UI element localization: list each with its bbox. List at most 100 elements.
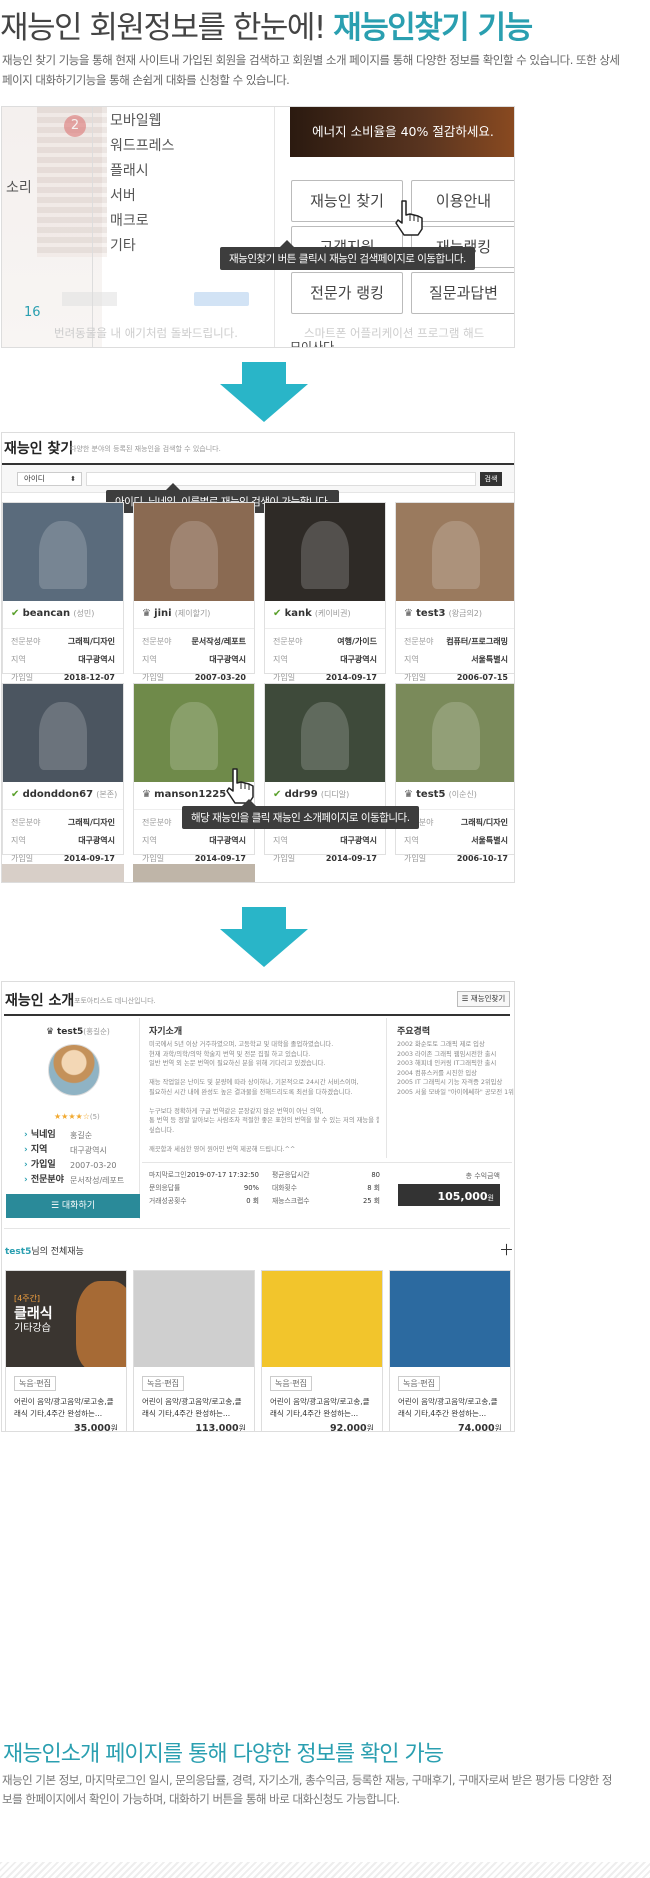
talent-region-row: 지역 서울특별시 [396, 832, 514, 850]
talent-card[interactable]: ✔ ddr99 (디디알)전문분야그래픽/디자인지역대구광역시가입일2014-0… [264, 683, 386, 863]
total-revenue-box: 105,000원 [398, 1184, 500, 1206]
talent-card[interactable]: ♛ jini (제이할기) 전문분야 문서작성/레포트 지역 대구광역시 가입일 2007-… [133, 502, 255, 682]
talent-name-row: ♛ jini (제이할기) [134, 601, 254, 629]
talent-field: 그래픽/디자인 [460, 818, 508, 827]
talent-region: 서울특별시 [471, 655, 508, 664]
talent-field: 그래픽/디자인 [67, 818, 115, 827]
talent-region-row: 지역 대구광역시 [134, 651, 254, 669]
talent-product-card[interactable]: 녹음·편집 어린이 음악/광고음악/로고송,클래식 기타,4주간 완성하는... 9… [261, 1270, 383, 1432]
menu-item-mobile-web[interactable]: 모바일웹 [110, 109, 174, 134]
menu-item-macro[interactable]: 매크로 [110, 209, 174, 234]
intro-line: 필요하신 시간 내에 완성도 높은 결과물을 전해드리도록 최선을 다하겠습니다… [149, 1088, 353, 1096]
crown-icon: ♛ [142, 608, 155, 619]
left-count: 16 [24, 305, 41, 320]
menu-item-server[interactable]: 서버 [110, 184, 174, 209]
main-site-preview: 2 소리 16 모바일웹 워드프레스 플래시 서버 매크로 기타 에너지 소비율… [1, 106, 515, 348]
plus-icon[interactable]: ＋ [499, 1239, 514, 1260]
product-photo: [4주간] 클래식 기타강습 [6, 1271, 126, 1367]
product-price-row: 35,000원 [6, 1419, 126, 1431]
find-talent-link-label: 재능인찾기 [470, 994, 506, 1003]
menu-item-wordpress[interactable]: 워드프레스 [110, 134, 174, 159]
product-price-row: 74,000원 [390, 1419, 510, 1431]
product-tag: 녹음·편집 [398, 1376, 440, 1391]
list-icon: ☰ [461, 994, 471, 1003]
qna-button[interactable]: 질문과답변 [411, 272, 514, 314]
talent-region: 대구광역시 [78, 655, 115, 664]
talent-name-row: ✔ ddonddon67 (본존) [3, 782, 123, 810]
stat-value: 2019-07-17 17:32:50 [186, 1171, 259, 1179]
talent-product-card[interactable]: 녹음·편집 어린이 음악/광고음악/로고송,클래식 기타,4주간 완성하는... 7… [389, 1270, 511, 1431]
chat-button-label: 대화하기 [61, 1201, 96, 1211]
search-input[interactable] [86, 472, 476, 486]
talent-region: 대구광역시 [209, 655, 246, 664]
menu-item-etc[interactable]: 기타 [110, 234, 174, 259]
search-type-value: 아이디 [24, 474, 45, 483]
footer-description: 재능인 기본 정보, 마지막로그인 일시, 문의응답률, 경력, 자기소개, 총… [2, 1773, 612, 1806]
chevron-down-icon: ⬍ [70, 475, 76, 483]
hand-pointer-icon [392, 199, 426, 241]
product-tag: 녹음·편집 [142, 1376, 184, 1391]
rating-count: (5) [89, 1113, 100, 1121]
career-item: 2003 라이존 그래픽 웹임시전한 출시 [397, 1050, 497, 1058]
arrow-down-icon [220, 362, 308, 422]
profile-page-subtitle: 포토아티스트 데니산입니다. [74, 997, 156, 1005]
talent-photo [265, 684, 385, 782]
talent-name-row: ✔ beancan (성민) [3, 601, 123, 629]
intro-line [149, 1069, 379, 1079]
stat-value: 8 회 [367, 1184, 380, 1192]
search-type-select[interactable]: 아이디 ⬍ [17, 472, 82, 486]
talent-region: 대구광역시 [340, 655, 377, 664]
intro-text: 미국에서 5년 이상 거주하였으며, 고등학교 및 대학을 졸업하였습니다. 현재… [149, 1040, 379, 1154]
chat-icon: ☰ [50, 1201, 62, 1211]
talent-product-card[interactable]: 녹음·편집어린이 음악/광고음악/로고송,클래식 기타,4주간 완성하는... 1… [133, 1270, 255, 1432]
talent-card[interactable]: ♛ test3 (왕금의2) 전문분야 컴퓨터/프로그래밍 지역 서울특별시 가입일 200… [395, 502, 514, 682]
find-talent-button[interactable]: 재능인 찾기 [291, 180, 403, 222]
talent-card[interactable]: ✔ beancan (성민) 전문분야 그래픽/디자인 지역 대구광역시 가입일 2018-… [2, 502, 124, 682]
talent-region-row: 지역 대구광역시 [3, 651, 123, 669]
stat-label: 거래성공횟수 [149, 1197, 187, 1205]
talent-region-row: 지역 서울특별시 [396, 651, 514, 669]
page-description: 재능인 찾기 기능을 통해 현재 사이트내 가입된 회원을 검색하고 회원별 소… [2, 53, 620, 87]
talent-real-name: (제이할기) [174, 609, 211, 618]
career-list: 2002 화순토토 그래픽 제로 입상 2003 라이존 그래픽 웹임시전한 출시… [397, 1040, 514, 1097]
talent-region-row: 지역 대구광역시 [265, 651, 385, 669]
product-price: 92,000 [329, 1423, 367, 1432]
expert-ranking-button[interactable]: 전문가 랭킹 [291, 272, 403, 314]
find-talent-link-button[interactable]: ☰ 재능인찾기 [457, 991, 510, 1007]
stat-label: 재능스크랩수 [272, 1197, 310, 1205]
guide-button[interactable]: 이용안내 [411, 180, 514, 222]
chat-button[interactable]: ☰ 대화하기 [6, 1194, 140, 1218]
headline-plain: 재능인 회원정보를 한눈에! [0, 10, 334, 46]
talent-region-row: 지역 대구광역시 [265, 832, 385, 850]
search-page-title: 재능인 찾기 [4, 441, 74, 457]
talent-region: 대구광역시 [340, 836, 377, 845]
profile-field-value: 홍길순 [70, 1131, 93, 1140]
stat-row: 마지막로그인 2019-07-17 17:32:50 [149, 1169, 259, 1182]
product-photo [262, 1271, 382, 1367]
product-photo-label-bot: 기타강습 [14, 1323, 51, 1334]
talent-photo [3, 503, 123, 601]
search-button[interactable]: 검색 [480, 472, 502, 486]
talent-nick: beancan [22, 608, 71, 619]
talent-field-row: 전문분야그래픽/디자인 [3, 814, 123, 832]
profile-card: ♛ test5(홍길순) ★★★★☆(5) › 닉네임 홍길순 › 지역 대구광역시… [6, 1018, 140, 1219]
talent-real-name: (왕금의2) [448, 609, 483, 618]
talent-profile-page: 재능인 소개 포토아티스트 데니산입니다. ☰ 재능인찾기 ♛ test5(홍길… [1, 981, 515, 1432]
menu-item-flash[interactable]: 플래시 [110, 159, 174, 184]
product-price: 113,000 [195, 1423, 239, 1432]
stat-row: 평균응답시간 80 [272, 1169, 380, 1182]
product-tag: 녹음·편집 [270, 1376, 312, 1391]
profile-field-row: › 전문분야 문서작성/레포트 [24, 1173, 139, 1188]
profile-field-label: › 닉네임 [24, 1130, 56, 1140]
product-title: 어린이 음악/광고음악/로고송,클래식 기타,4주간 완성하는... [142, 1397, 242, 1418]
talent-real-name: (디디알) [320, 790, 350, 799]
talent-card[interactable]: ✔ kank (케이비권) 전문분야 여행/가이드 지역 대구광역시 가입일 2014-09… [264, 502, 386, 682]
energy-banner[interactable]: 에너지 소비율을 40% 절감하세요. [290, 107, 514, 157]
product-tag: 녹음·편집 [14, 1376, 56, 1391]
talent-photo [134, 503, 254, 601]
talent-card[interactable]: ✔ ddonddon67 (본존) 전문분야 그래픽/디자인 지역 대구광역시 가입일 20… [2, 683, 124, 863]
intro-line: 깨끗함과 세심한 영어 원어민 번역 제공해 드립니다.^^ [149, 1145, 296, 1153]
intro-line: 현재 과학/의학/의약 학술지 번역 및 전문 집필 하고 있습니다. [149, 1050, 311, 1058]
talent-product-card[interactable]: [4주간] 클래식 기타강습 녹음·편집 어린이 음악/광고음악/로고송,클래식 기타,… [5, 1270, 127, 1431]
talent-card[interactable]: ♛ test5 (이순신) 전문분야 그래픽/디자인 지역 서울특별시 가입일 2006-1… [395, 683, 514, 863]
